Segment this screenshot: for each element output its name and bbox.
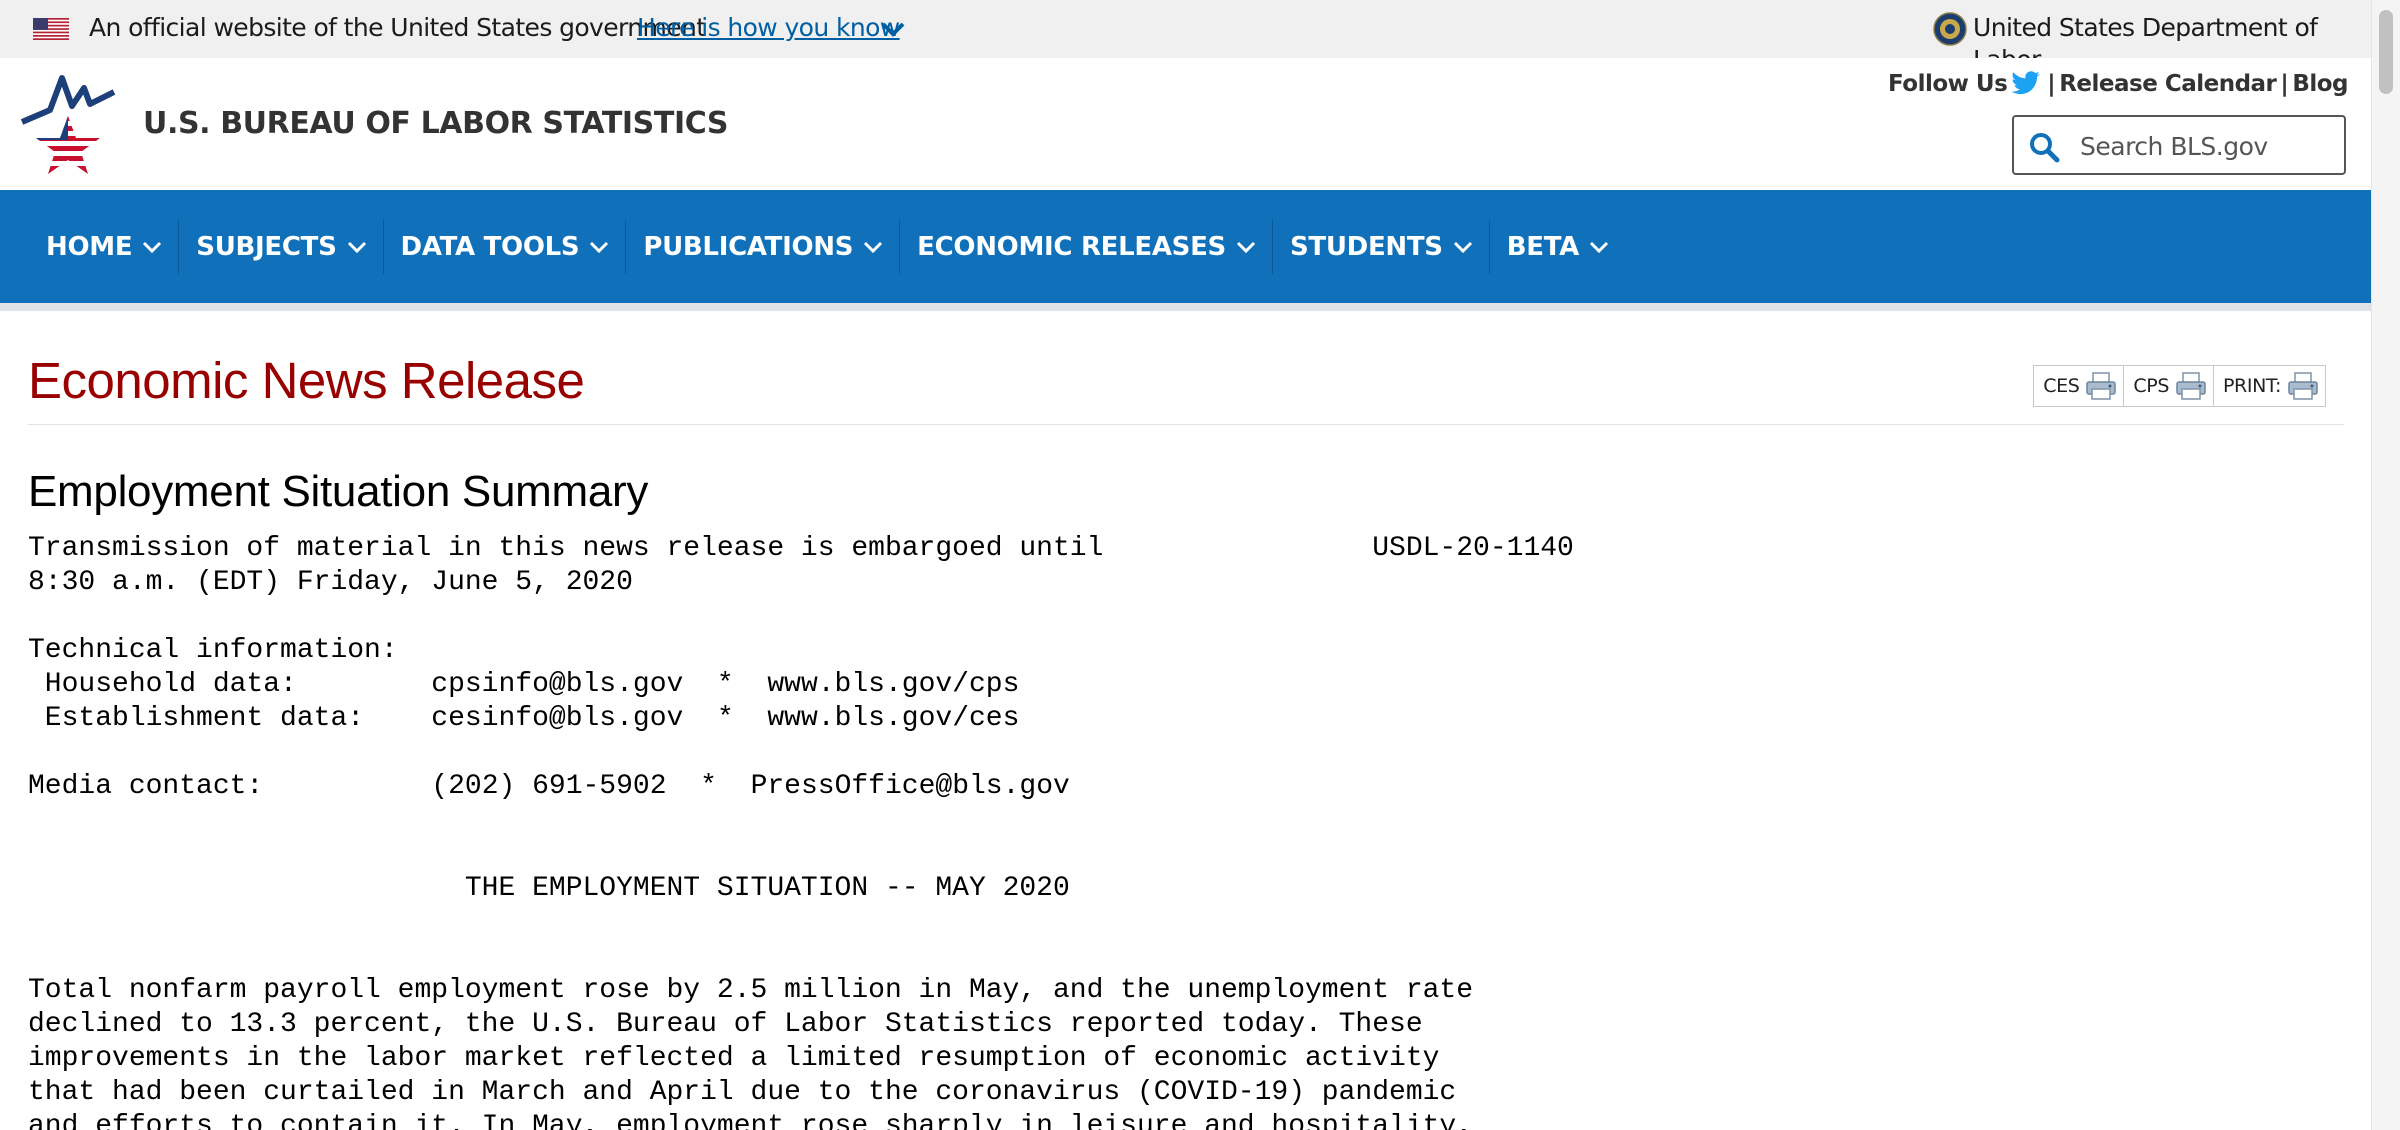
chevron-down-icon — [1236, 241, 1256, 253]
page-scrollbar[interactable] — [2371, 0, 2400, 1130]
print-tools: CES CPS PRINT: — [2033, 365, 2326, 407]
nav-item-label: ECONOMIC RELEASES — [917, 231, 1226, 262]
twitter-icon[interactable] — [2011, 71, 2041, 95]
print-button[interactable]: PRINT: — [2214, 365, 2326, 407]
body-line: that had been curtailed in March and Apr… — [28, 1077, 1457, 1108]
establishment-url[interactable]: www.bls.gov/ces — [767, 703, 1019, 734]
bls-star-logo-icon[interactable] — [20, 70, 116, 178]
follow-us-link[interactable]: Follow Us — [1888, 71, 2008, 97]
release-number: USDL-20-1140 — [1372, 533, 1574, 564]
chevron-down-icon — [590, 241, 609, 253]
nav-item-subjects[interactable]: SUBJECTS — [178, 219, 382, 274]
embargo-line-1: Transmission of material in this news re… — [28, 533, 1104, 564]
release-text: Transmission of material in this news re… — [28, 532, 1574, 1130]
how-you-know-link[interactable]: Here is how you know — [637, 12, 900, 44]
nav-item-publications[interactable]: PUBLICATIONS — [625, 219, 899, 274]
embargo-line-2: 8:30 a.m. (EDT) Friday, June 5, 2020 — [28, 567, 633, 598]
household-data-label: Household data: — [28, 669, 297, 700]
page-title: Economic News Release — [28, 352, 585, 409]
bullet: * — [716, 669, 734, 700]
page: An official website of the United States… — [0, 0, 2372, 1130]
nav-item-students[interactable]: STUDENTS — [1272, 219, 1489, 274]
body-line: declined to 13.3 percent, the U.S. Burea… — [28, 1009, 1423, 1040]
nav-items: HOME SUBJECTS DATA TOOLS PUBLICATIONS EC… — [0, 190, 1625, 303]
utility-links: Follow Us | Release Calendar | Blog — [1888, 68, 2348, 100]
main-nav: HOME SUBJECTS DATA TOOLS PUBLICATIONS EC… — [0, 190, 2372, 311]
nav-item-label: STUDENTS — [1290, 231, 1443, 262]
cps-label: CPS — [2133, 375, 2169, 397]
nav-item-label: DATA TOOLS — [400, 231, 580, 262]
printer-icon — [2086, 372, 2117, 400]
household-email[interactable]: cpsinfo@bls.gov — [431, 669, 683, 700]
nav-item-beta[interactable]: BETA — [1488, 219, 1625, 274]
chevron-down-icon[interactable] — [880, 20, 906, 38]
search-input[interactable] — [2078, 127, 2332, 165]
body-line: and efforts to contain it. In May, emplo… — [28, 1111, 1474, 1130]
search-icon[interactable] — [2028, 131, 2060, 163]
chevron-down-icon — [1589, 241, 1609, 253]
household-url[interactable]: www.bls.gov/cps — [767, 669, 1019, 700]
printer-icon — [2288, 372, 2318, 400]
nav-item-label: HOME — [46, 231, 133, 262]
summary-heading: Employment Situation Summary — [28, 467, 649, 516]
dol-seal-icon — [1933, 12, 1967, 46]
ces-label: CES — [2043, 375, 2080, 397]
establishment-email[interactable]: cesinfo@bls.gov — [431, 703, 683, 734]
technical-info-label: Technical information: — [28, 635, 398, 666]
cps-print-button[interactable]: CPS — [2124, 365, 2214, 407]
search-box[interactable] — [2012, 115, 2346, 175]
print-label: PRINT: — [2223, 375, 2281, 397]
blog-link[interactable]: Blog — [2292, 71, 2348, 97]
site-header: U.S. BUREAU OF LABOR STATISTICS Follow U… — [0, 58, 2372, 190]
chevron-down-icon — [143, 241, 162, 253]
body-line: Total nonfarm payroll employment rose by… — [28, 975, 1474, 1006]
gov-banner: An official website of the United States… — [0, 0, 2372, 74]
chevron-down-icon — [864, 241, 883, 253]
bullet: * — [700, 771, 717, 802]
nav-item-label: PUBLICATIONS — [643, 231, 854, 262]
establishment-data-label: Establishment data: — [28, 703, 365, 734]
nav-item-label: SUBJECTS — [196, 231, 337, 262]
chevron-down-icon — [1453, 241, 1472, 253]
nav-item-home[interactable]: HOME — [0, 220, 178, 274]
media-phone: (202) 691-5902 — [431, 771, 667, 802]
media-contact-label: Media contact: — [28, 771, 264, 802]
us-flag-icon — [33, 18, 69, 40]
nav-item-economic-releases[interactable]: ECONOMIC RELEASES — [899, 219, 1272, 274]
chevron-down-icon — [347, 241, 366, 253]
separator: | — [2047, 71, 2056, 97]
nav-item-label: BETA — [1506, 231, 1580, 262]
bullet: * — [716, 703, 734, 734]
ces-print-button[interactable]: CES — [2033, 365, 2125, 407]
scrollbar-thumb[interactable] — [2379, 10, 2393, 94]
official-site-text: An official website of the United States… — [89, 13, 706, 42]
title-divider — [28, 424, 2344, 425]
body-line: improvements in the labor market reflect… — [28, 1043, 1440, 1074]
situation-heading: THE EMPLOYMENT SITUATION -- MAY 2020 — [464, 873, 1070, 904]
nav-item-data-tools[interactable]: DATA TOOLS — [382, 219, 626, 274]
media-email[interactable]: PressOffice@bls.gov — [751, 771, 1070, 802]
release-calendar-link[interactable]: Release Calendar — [2059, 71, 2277, 97]
separator: | — [2280, 71, 2289, 97]
agency-name[interactable]: U.S. BUREAU OF LABOR STATISTICS — [143, 104, 728, 144]
printer-icon — [2176, 372, 2206, 400]
